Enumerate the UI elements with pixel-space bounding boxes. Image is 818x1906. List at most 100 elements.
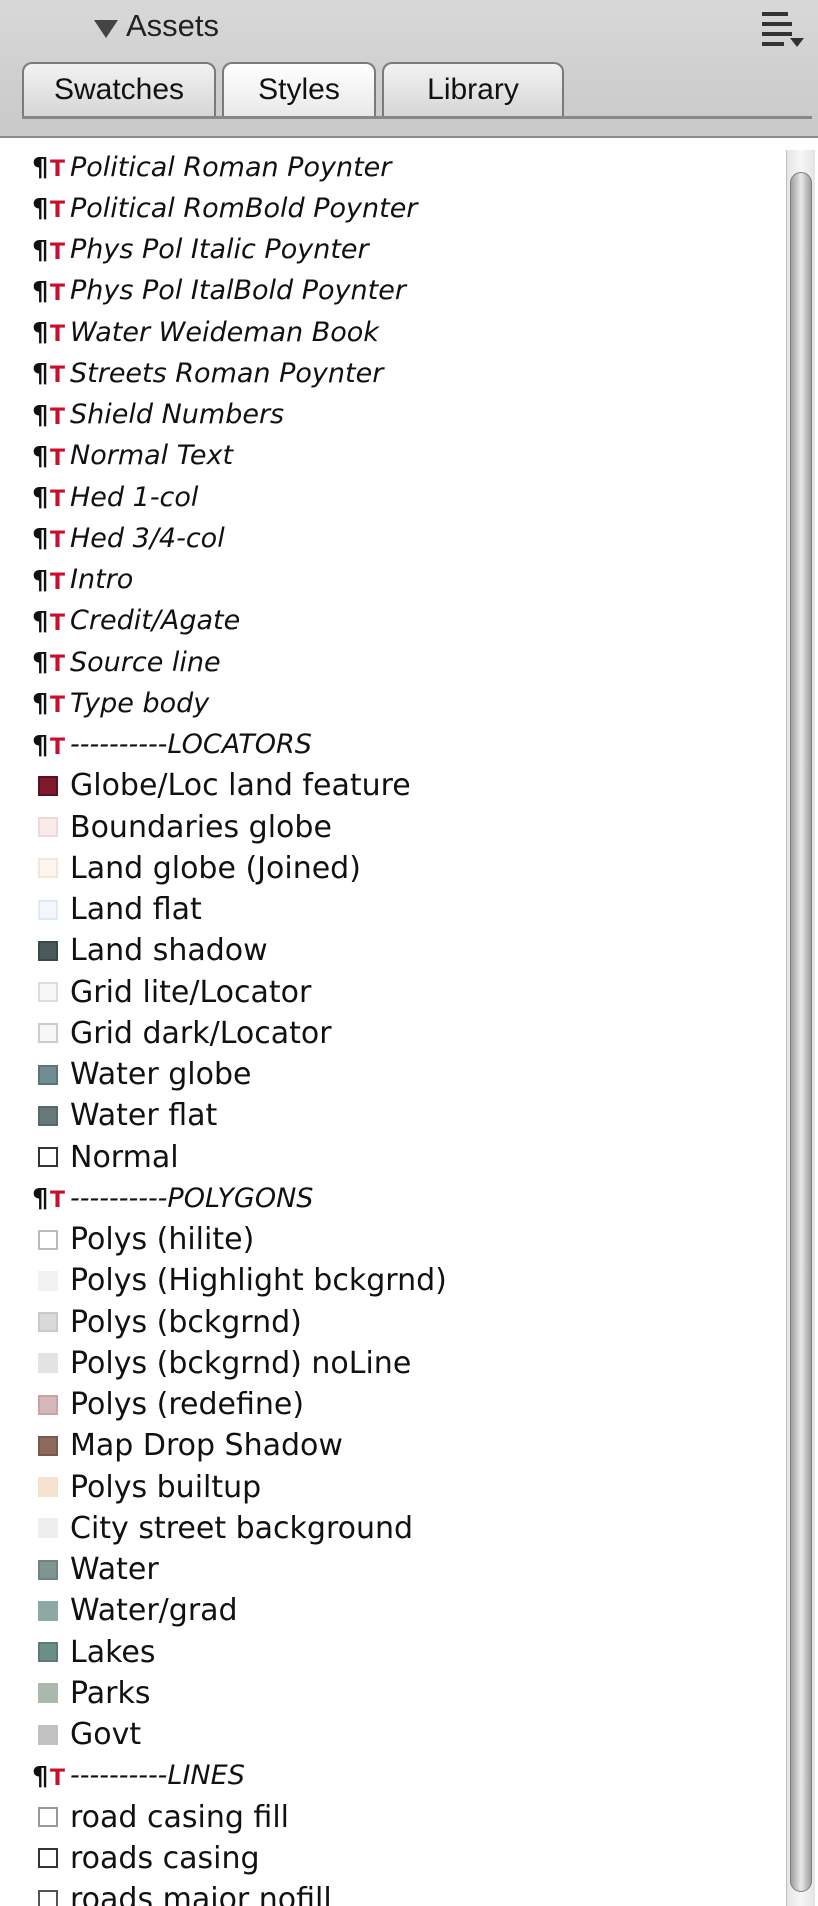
swatch-icon	[20, 931, 64, 971]
style-name: Hed 1-col	[70, 481, 199, 513]
swatch-name: Water flat	[70, 1098, 218, 1134]
swatch-name: Polys (hilite)	[70, 1222, 255, 1257]
swatch-name: Normal	[70, 1139, 179, 1175]
swatch-list-item[interactable]: Grid dark/Locator	[20, 1013, 780, 1053]
tab-library[interactable]: Library	[382, 62, 564, 116]
style-list-item[interactable]: ¶ T Intro	[20, 560, 780, 600]
swatch-name: Globe/Loc land feature	[70, 768, 411, 804]
swatch-name: City street background	[70, 1510, 414, 1546]
paragraph-style-icon: ¶ T	[32, 606, 66, 637]
style-name: Water Weideman Book	[70, 316, 379, 348]
swatch-name: road casing fill	[70, 1799, 289, 1835]
swatch-icon	[20, 1673, 64, 1713]
swatch-name: Polys builtup	[70, 1469, 262, 1505]
swatch-list-item[interactable]: Land flat	[20, 890, 780, 930]
paragraph-style-icon: ¶ T	[32, 194, 66, 225]
swatch-list-item[interactable]: Land shadow	[20, 931, 780, 971]
style-list-item[interactable]: ¶ T Political Roman Poynter	[20, 147, 780, 187]
style-list-item[interactable]: ¶ T Type body	[20, 683, 780, 723]
paragraph-style-icon: ¶ T	[32, 1184, 66, 1215]
swatch-list-item[interactable]: Grid lite/Locator	[20, 972, 780, 1012]
style-list-item[interactable]: ¶ T Hed 3/4-col	[20, 518, 780, 558]
swatch-icon	[20, 1220, 64, 1260]
swatch-list-item[interactable]: Water flat	[20, 1096, 780, 1136]
swatch-list-item[interactable]: Polys (bckgrnd)	[20, 1302, 780, 1342]
style-list-item[interactable]: ¶ T ----------LINES	[20, 1756, 780, 1796]
style-list-item[interactable]: ¶ T Water Weideman Book	[20, 312, 780, 352]
style-name: Shield Numbers	[70, 399, 285, 430]
panel-header: Assets Swatches Styles Library	[0, 0, 818, 138]
panel-menu-icon[interactable]	[762, 8, 806, 52]
swatch-icon	[20, 848, 64, 888]
paragraph-style-icon: ¶ T	[32, 153, 66, 183]
style-list-item[interactable]: ¶ T Shield Numbers	[20, 395, 780, 435]
swatch-name: roads casing	[70, 1840, 260, 1876]
swatch-name: Water/grad	[70, 1593, 238, 1629]
styles-list[interactable]: ¶ T Political Roman Poynter ¶ T Political Rom…	[20, 147, 780, 1906]
swatch-list-item[interactable]: road casing fill	[20, 1797, 780, 1837]
swatch-list-item[interactable]: Water globe	[20, 1055, 780, 1095]
swatch-icon	[20, 807, 64, 847]
swatch-list-item[interactable]: Water	[20, 1550, 780, 1590]
paragraph-style-icon: ¶ T	[32, 235, 66, 266]
style-list-item[interactable]: ¶ T Streets Roman Poynter	[20, 353, 780, 393]
swatch-list-item[interactable]: City street background	[20, 1508, 780, 1548]
swatch-list-item[interactable]: Land globe (Joined)	[20, 848, 780, 888]
swatch-name: Polys (Highlight bckgrnd)	[70, 1263, 447, 1299]
style-name: Credit/Agate	[70, 605, 241, 637]
swatch-list-item[interactable]: roads casing	[20, 1838, 780, 1878]
style-list-item[interactable]: ¶ T ----------LOCATORS	[20, 725, 780, 765]
style-list-item[interactable]: ¶ T Phys Pol Italic Poynter	[20, 230, 780, 270]
style-list-item[interactable]: ¶ T Credit/Agate	[20, 601, 780, 641]
swatch-name: Govt	[70, 1717, 142, 1752]
swatch-list-item[interactable]: Globe/Loc land feature	[20, 766, 780, 806]
style-list-item[interactable]: ¶ T Source line	[20, 642, 780, 682]
style-name: Political Roman Poynter	[70, 151, 392, 183]
swatch-list-item[interactable]: Govt	[20, 1715, 780, 1755]
swatch-list-item[interactable]: Polys (bckgrnd) noLine	[20, 1343, 780, 1383]
swatch-list-item[interactable]: Lakes	[20, 1632, 780, 1672]
tab-divider	[22, 116, 812, 119]
assets-disclosure[interactable]: Assets	[94, 6, 219, 46]
swatch-icon	[20, 1343, 64, 1383]
tab-bar: Swatches Styles Library	[22, 62, 570, 116]
style-list-item[interactable]: ¶ T Phys Pol ItalBold Poynter	[20, 271, 780, 311]
style-name: Phys Pol ItalBold Poynter	[70, 275, 406, 307]
swatch-name: Water	[70, 1552, 159, 1587]
swatch-list-item[interactable]: Polys (redefine)	[20, 1385, 780, 1425]
swatch-list-item[interactable]: roads major nofill	[20, 1880, 780, 1906]
style-name: ----------POLYGONS	[70, 1182, 314, 1214]
swatch-list-item[interactable]: Polys (Highlight bckgrnd)	[20, 1261, 780, 1301]
swatch-list-item[interactable]: Polys builtup	[20, 1467, 780, 1507]
tab-styles[interactable]: Styles	[222, 62, 376, 116]
swatch-icon	[20, 1550, 64, 1590]
style-list-item[interactable]: ¶ T ----------POLYGONS	[20, 1178, 780, 1218]
swatch-icon	[20, 766, 64, 806]
swatch-icon	[20, 1632, 64, 1672]
swatch-name: Polys (bckgrnd) noLine	[70, 1345, 412, 1381]
swatch-name: Land flat	[70, 892, 202, 927]
swatch-list-item[interactable]: Polys (hilite)	[20, 1220, 780, 1260]
style-list-item[interactable]: ¶ T Political RomBold Poynter	[20, 188, 780, 228]
swatch-icon	[20, 1426, 64, 1466]
swatch-icon	[20, 1880, 64, 1906]
scrollbar-thumb[interactable]	[790, 172, 812, 1892]
style-name: Hed 3/4-col	[70, 522, 225, 554]
paragraph-style-icon: ¶ T	[32, 648, 66, 678]
paragraph-style-icon: ¶ T	[32, 1761, 66, 1792]
swatch-name: Land globe (Joined)	[70, 850, 361, 886]
swatch-list-item[interactable]: Parks	[20, 1673, 780, 1713]
swatch-list-item[interactable]: Boundaries globe	[20, 807, 780, 847]
swatch-list-item[interactable]: Water/grad	[20, 1591, 780, 1631]
style-list-item[interactable]: ¶ T Hed 1-col	[20, 477, 780, 517]
swatch-list-item[interactable]: Normal	[20, 1137, 780, 1177]
swatch-icon	[20, 1797, 64, 1837]
style-list-item[interactable]: ¶ T Normal Text	[20, 436, 780, 476]
swatch-icon	[20, 1137, 64, 1177]
swatch-icon	[20, 1385, 64, 1425]
paragraph-style-icon: ¶ T	[32, 565, 66, 596]
tab-swatches[interactable]: Swatches	[22, 62, 216, 116]
swatch-list-item[interactable]: Map Drop Shadow	[20, 1426, 780, 1466]
disclosure-triangle-icon[interactable]	[94, 20, 118, 38]
vertical-scrollbar[interactable]	[786, 150, 815, 1906]
